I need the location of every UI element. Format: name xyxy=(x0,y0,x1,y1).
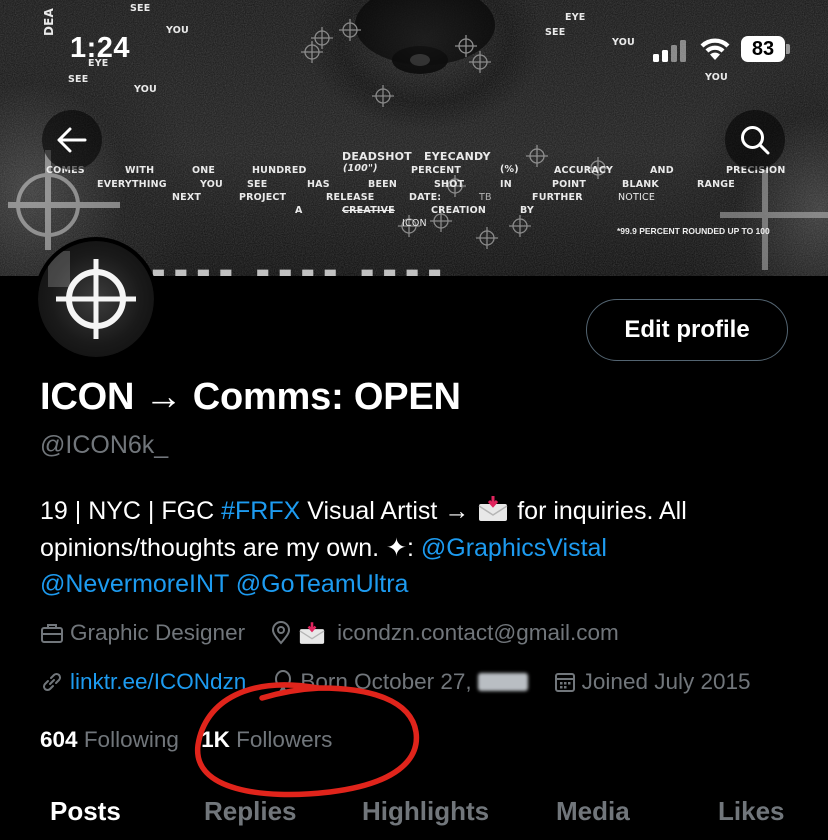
calendar-icon xyxy=(554,673,575,692)
banner-bottom-graphic: ▮▮▮▮ ▮▮▮▮ ▮▮▮▮ xyxy=(150,262,449,276)
status-time: 1:24 xyxy=(70,32,131,64)
banner-text: SHOT xyxy=(434,179,465,190)
tab-likes[interactable]: Likes xyxy=(718,796,785,827)
profile-page: DEA SEE YOU EYE SEE YOU EYE SEE YOU YOU … xyxy=(0,0,828,840)
avatar[interactable] xyxy=(34,237,158,361)
following-count: 604 xyxy=(40,727,78,752)
banner-text: PERCENT xyxy=(411,165,462,176)
tab-media[interactable]: Media xyxy=(556,796,630,827)
redacted-year xyxy=(477,673,528,691)
banner-text: YOU xyxy=(134,84,157,95)
banner-text: BLANK xyxy=(622,179,659,190)
bio-mention-link[interactable]: @GoTeamUltra xyxy=(236,570,409,598)
joined-item: Joined July 2015 xyxy=(554,669,751,695)
banner-text: POINT xyxy=(552,179,587,190)
bio: 19 | NYC | FGC #FRFX Visual Artist → for… xyxy=(40,493,800,603)
location-item: icondzn.contact@gmail.com xyxy=(271,620,619,646)
banner-text: NEXT xyxy=(172,192,202,203)
banner-text: A xyxy=(295,205,303,216)
banner-text: EYE xyxy=(565,12,586,23)
back-button[interactable] xyxy=(42,110,102,170)
following-label: Following xyxy=(83,727,179,752)
edit-profile-button[interactable]: Edit profile xyxy=(586,299,788,361)
briefcase-icon xyxy=(41,624,63,643)
tab-posts[interactable]: Posts xyxy=(50,796,121,827)
banner-text: YOU xyxy=(200,179,223,190)
banner-text: HUNDRED xyxy=(252,165,307,176)
search-icon xyxy=(741,126,770,155)
followers-link[interactable]: 1K Followers xyxy=(201,727,332,752)
battery-tip xyxy=(786,44,790,54)
birthday-text: Born October 27, xyxy=(300,669,472,694)
bio-hashtag-link[interactable]: #FRFX xyxy=(221,497,300,525)
banner-text: CREATIVE xyxy=(342,205,395,216)
banner-text: ONE xyxy=(192,165,216,176)
tab-highlights[interactable]: Highlights xyxy=(362,796,489,827)
banner-text: (%) xyxy=(500,164,519,175)
banner-text: FURTHER xyxy=(532,192,583,203)
banner-text: SEE xyxy=(545,27,566,38)
wifi-icon xyxy=(700,38,730,60)
banner-text: YOU xyxy=(612,37,635,48)
banner-text: AND xyxy=(650,165,674,176)
battery-icon: 83 xyxy=(741,36,785,62)
banner-text: ICON xyxy=(402,218,427,229)
inbox-tray-icon xyxy=(299,621,325,644)
profile-banner[interactable]: DEA SEE YOU EYE SEE YOU EYE SEE YOU YOU … xyxy=(0,0,828,276)
banner-text: NOTICE xyxy=(618,192,656,203)
profession-item: Graphic Designer xyxy=(40,620,245,646)
balloon-icon xyxy=(275,670,292,693)
banner-text: (100") xyxy=(343,163,378,174)
banner-text: DEADSHOT xyxy=(342,150,412,163)
following-link[interactable]: 604 Following xyxy=(40,727,179,752)
banner-text: TB xyxy=(479,192,492,203)
signal-icon xyxy=(653,40,689,62)
banner-text: EYECANDY xyxy=(424,150,491,163)
display-name: ICON → Comms: OPEN xyxy=(40,376,461,418)
follow-stats: 604 Following 1K Followers xyxy=(40,727,332,753)
banner-text: RELEASE xyxy=(326,192,375,203)
bio-mention-link[interactable]: @NevermoreINT xyxy=(40,570,229,598)
profile-tabs: Posts Replies Highlights Media Likes xyxy=(0,790,828,840)
banner-text: SEE xyxy=(68,74,89,85)
banner-text: SEE xyxy=(247,179,268,190)
location-text: icondzn.contact@gmail.com xyxy=(337,620,619,645)
banner-text: ACCURACY xyxy=(554,165,614,176)
banner-footnote: *99.9 PERCENT ROUNDED UP TO 100 xyxy=(617,226,770,236)
banner-text: EVERYTHING xyxy=(97,179,167,190)
bio-mention-link[interactable]: @GraphicsVistal xyxy=(421,534,607,562)
banner-text: YOU xyxy=(705,72,728,83)
banner-text: DATE: xyxy=(409,192,442,203)
bio-text: 19 | NYC | FGC xyxy=(40,497,222,525)
website-link[interactable]: linktr.ee/ICONdzn xyxy=(70,669,246,695)
website-item[interactable]: linktr.ee/ICONdzn xyxy=(40,669,246,695)
followers-label: Followers xyxy=(236,727,333,752)
banner-text: WITH xyxy=(125,165,155,176)
birthday-item: Born October 27, xyxy=(272,669,528,695)
banner-text: SEE xyxy=(130,3,151,14)
joined-text: Joined July 2015 xyxy=(581,669,751,694)
arrow-left-icon xyxy=(57,127,87,153)
banner-text: DEA xyxy=(42,7,56,36)
bio-text: Visual Artist → xyxy=(300,497,477,525)
banner-text: BY xyxy=(520,205,535,216)
banner-text: HAS xyxy=(307,179,330,190)
handle: @ICON6k_ xyxy=(40,431,169,459)
profession-text: Graphic Designer xyxy=(70,620,246,645)
followers-count: 1K xyxy=(201,727,230,752)
location-pin-icon xyxy=(272,621,291,645)
crosshair-logo-icon xyxy=(48,251,136,339)
banner-text: CREATION xyxy=(431,205,487,216)
banner-text: IN xyxy=(500,179,512,190)
link-icon xyxy=(42,672,62,692)
banner-text: PROJECT xyxy=(239,192,287,203)
banner-text: YOU xyxy=(166,25,189,36)
search-button[interactable] xyxy=(725,110,785,170)
banner-text: RANGE xyxy=(697,179,735,190)
profile-meta-row: linktr.ee/ICONdzn Born October 27, Joine… xyxy=(40,669,777,695)
profile-meta-row: Graphic Designer icondzn.contact@gmail.c… xyxy=(40,620,645,646)
tab-replies[interactable]: Replies xyxy=(204,796,297,827)
inbox-tray-icon xyxy=(478,496,508,521)
banner-text: BEEN xyxy=(368,179,397,190)
